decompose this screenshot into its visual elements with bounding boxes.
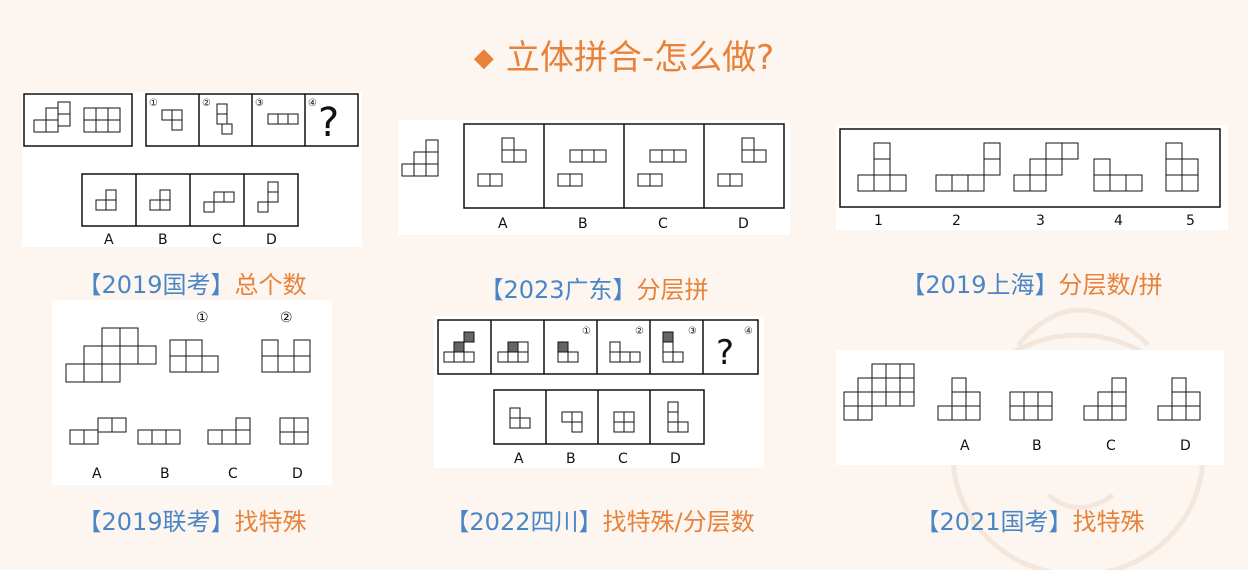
caption-2: 【2023广东】分层拼: [479, 276, 709, 304]
option-c: C: [658, 216, 668, 232]
puzzle-drawing-2: A B C D: [401, 123, 785, 232]
caption-3: 【2019上海】分层数/拼: [901, 271, 1163, 299]
option-d: D: [1180, 438, 1191, 454]
option-b: B: [566, 451, 576, 467]
page-title: ◆ 立体拼合-怎么做?: [473, 38, 775, 78]
option-a: A: [960, 438, 970, 454]
option-d: D: [292, 466, 303, 482]
cube-stack-icon: [65, 327, 311, 445]
number-1: ①: [149, 98, 158, 109]
option-c: C: [228, 466, 238, 482]
puzzle-figure-1: ① ② ③ ④ ? A B C D: [22, 92, 362, 248]
option-a: A: [498, 216, 508, 232]
puzzle-drawing-1: ① ② ③ ④ ? A B C D: [23, 93, 359, 248]
caption-5: 【2022四川】找特殊/分层数: [445, 508, 755, 536]
cube-stack-icon: [401, 139, 439, 177]
option-a: A: [92, 466, 102, 482]
caption-6: 【2021国考】找特殊: [915, 508, 1145, 536]
figure-number-3: 3: [1036, 213, 1045, 229]
option-d: D: [670, 451, 681, 467]
option-c: C: [618, 451, 628, 467]
number-4: ④: [744, 326, 753, 337]
puzzle-drawing-3: 1 2 3 4 5: [839, 128, 1221, 229]
figure-number-1: 1: [874, 213, 883, 229]
option-a: A: [104, 232, 114, 247]
puzzle-figure-4: ① ② A B C D: [52, 300, 332, 485]
question-mark: ?: [318, 100, 339, 146]
figure-number-5: 5: [1186, 213, 1195, 229]
diamond-icon: ◆: [473, 43, 494, 73]
number-3: ③: [255, 98, 264, 109]
number-1: ①: [582, 326, 591, 337]
option-b: B: [1032, 438, 1042, 454]
puzzle-drawing-4: ① ② A B C D: [65, 310, 311, 482]
number-2: ②: [280, 310, 293, 326]
option-c: C: [212, 232, 222, 247]
puzzle-drawing-5: ① ② ③ ④ ? A B C D: [437, 319, 759, 467]
puzzle-figure-5: ① ② ③ ④ ? A B C D: [434, 316, 764, 468]
question-mark: ?: [716, 333, 734, 373]
puzzle-figure-3: 1 2 3 4 5: [836, 125, 1228, 230]
number-3: ③: [688, 326, 697, 337]
number-4: ④: [308, 98, 317, 109]
number-2: ②: [202, 98, 211, 109]
option-a: A: [514, 451, 524, 467]
number-1: ①: [196, 310, 209, 326]
caption-1: 【2019国考】总个数: [77, 271, 307, 299]
caption-4: 【2019联考】找特殊: [77, 508, 307, 536]
option-b: B: [578, 216, 588, 232]
option-b: B: [160, 466, 170, 482]
option-b: B: [158, 232, 168, 247]
puzzle-figure-6: A B C D: [836, 350, 1224, 465]
cube-stack-icon: [843, 363, 1201, 421]
option-d: D: [266, 232, 277, 247]
figure-number-4: 4: [1114, 213, 1123, 229]
option-c: C: [1106, 438, 1116, 454]
puzzle-drawing-6: A B C D: [843, 363, 1201, 454]
figure-number-2: 2: [952, 213, 961, 229]
puzzle-figure-2: A B C D: [398, 120, 790, 235]
option-d: D: [738, 216, 749, 232]
number-2: ②: [635, 326, 644, 337]
